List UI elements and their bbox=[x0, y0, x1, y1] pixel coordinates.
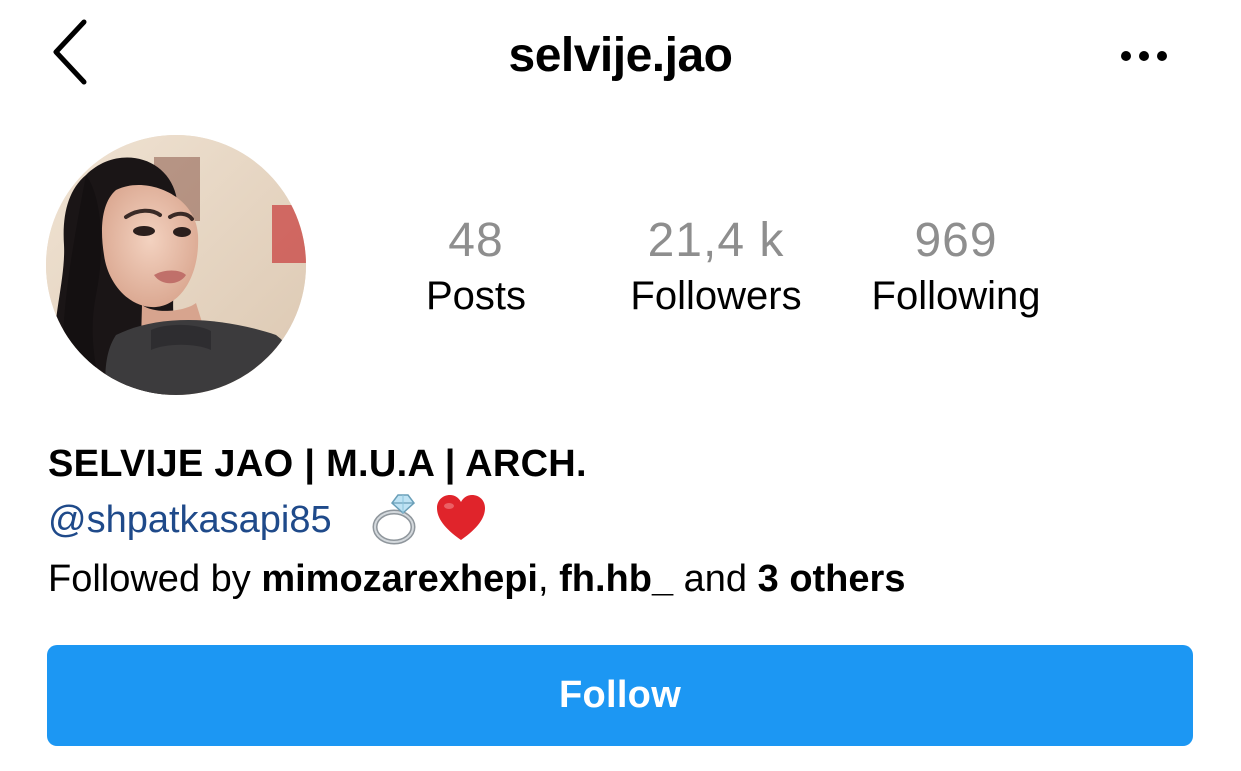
followed-by-user-1[interactable]: mimozarexhepi bbox=[261, 558, 538, 600]
bio-emojis bbox=[368, 489, 489, 547]
profile-photo bbox=[46, 135, 306, 395]
followed-by-others[interactable]: 3 others bbox=[758, 558, 906, 600]
followed-by-and: and bbox=[673, 557, 758, 600]
followed-by-separator: , bbox=[537, 557, 560, 600]
profile-bio: SELVIJE JAO | M.U.A | ARCH. @shpatkasapi… bbox=[48, 438, 1198, 607]
stat-following[interactable]: 969 Following bbox=[836, 212, 1076, 322]
stat-posts[interactable]: 48 Posts bbox=[356, 212, 596, 322]
followed-by-line[interactable]: Followed by mimozarexhepi, fh.hb_ and 3 … bbox=[48, 551, 1198, 607]
followed-by-user-2[interactable]: fh.hb_ bbox=[559, 558, 673, 600]
more-horizontal-icon bbox=[1121, 51, 1167, 61]
ring-emoji bbox=[372, 494, 416, 545]
profile-header: selvije.jao bbox=[0, 0, 1241, 115]
posts-count: 48 bbox=[448, 214, 504, 267]
followed-by-prefix: Followed by bbox=[48, 557, 262, 600]
more-options-button[interactable] bbox=[1112, 40, 1176, 72]
following-count: 969 bbox=[914, 214, 998, 267]
followers-label: Followers bbox=[630, 274, 802, 318]
followers-count: 21,4 k bbox=[647, 214, 785, 267]
bio-mention-line: @shpatkasapi85 bbox=[48, 492, 1198, 551]
stat-followers[interactable]: 21,4 k Followers bbox=[596, 212, 836, 322]
mention-link[interactable]: @shpatkasapi85 bbox=[48, 499, 332, 541]
profile-avatar[interactable] bbox=[46, 135, 306, 395]
follow-button[interactable]: Follow bbox=[47, 645, 1193, 746]
profile-username: selvije.jao bbox=[508, 29, 733, 82]
display-name: SELVIJE JAO | M.U.A | ARCH. bbox=[48, 443, 587, 485]
posts-label: Posts bbox=[425, 274, 527, 318]
following-label: Following bbox=[871, 274, 1041, 318]
red-heart-emoji bbox=[437, 494, 486, 540]
